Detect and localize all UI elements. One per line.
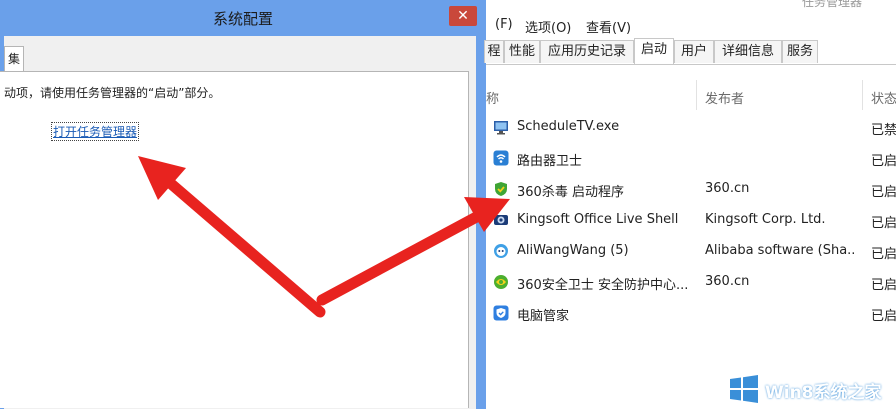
startup-app-status: 已启 [871, 278, 896, 293]
router-wifi-icon [493, 150, 509, 166]
window-title: 任务管理器 [802, 0, 863, 9]
startup-app-name: Kingsoft Office Live Shell [517, 212, 679, 227]
column-divider[interactable] [696, 80, 697, 110]
startup-app-name: ScheduleTV.exe [517, 119, 620, 134]
startup-app-publisher: 360.cn [705, 181, 750, 196]
startup-app-status: 已启 [871, 154, 896, 169]
kingsoft-icon [494, 215, 508, 225]
tab-app-history[interactable]: 应用历史记录 [540, 40, 634, 63]
tab-strip: 集 [4, 36, 476, 72]
startup-app-name: AliWangWang (5) [517, 243, 629, 258]
startup-app-publisher: Kingsoft Corp. Ltd. [705, 212, 826, 227]
menu-file[interactable]: (F) [495, 17, 513, 32]
list-item[interactable]: 电脑管家 已启 [486, 298, 896, 328]
tab-startup-partial[interactable]: 集 [4, 46, 24, 71]
window-border [476, 36, 486, 409]
startup-app-name: 电脑管家 [517, 309, 570, 324]
startup-info-text: 动项，请使用任务管理器的“启动”部分。 [4, 86, 221, 100]
watermark: Win8系统之家 [727, 369, 896, 409]
startup-app-name: 360杀毒 启动程序 [517, 185, 624, 200]
list-item[interactable]: Kingsoft Office Live Shell Kingsoft Corp… [486, 205, 896, 235]
list-item[interactable]: 360杀毒 启动程序 360.cn 已启 [486, 174, 896, 204]
startup-app-publisher: Alibaba software (Sha... [705, 243, 855, 258]
shield-green-icon [495, 182, 507, 196]
system-config-titlebar[interactable]: 系统配置 ✕ [0, 0, 486, 36]
column-publisher[interactable]: 发布者 [705, 88, 744, 107]
tab-performance[interactable]: 性能 [504, 40, 540, 63]
tab-services[interactable]: 服务 [782, 40, 818, 63]
startup-app-name: 360安全卫士 安全防护中心... [517, 278, 689, 293]
startup-app-name: 路由器卫士 [517, 154, 583, 169]
task-manager-titlebar[interactable]: 任务管理器 [486, 0, 896, 14]
open-task-manager-link[interactable]: 打开任务管理器 [50, 122, 140, 141]
list-item[interactable]: 路由器卫士 已启 [486, 143, 896, 173]
list-item[interactable]: 360安全卫士 安全防护中心... 360.cn 已启 [486, 267, 896, 297]
system-config-window: 系统配置 ✕ 集 动项，请使用任务管理器的“启动”部分。 打开任务管理器 [0, 0, 486, 409]
windows-logo-icon [730, 375, 758, 403]
menu-bar: (F) 选项(O) 查看(V) [486, 14, 896, 36]
startup-app-status: 已启 [871, 216, 896, 231]
pc-manager-icon [493, 305, 509, 321]
menu-view[interactable]: 查看(V) [586, 17, 631, 36]
column-name[interactable]: 称 [486, 88, 499, 107]
monitor-icon [494, 121, 508, 135]
tab-bar: 程 性能 应用历史记录 启动 用户 详细信息 服务 [484, 38, 896, 65]
startup-app-status: 已启 [871, 309, 896, 324]
window-title: 系统配置 [212, 10, 273, 28]
startup-app-publisher: 360.cn [705, 274, 750, 289]
startup-app-status: 已启 [871, 185, 896, 200]
column-divider[interactable] [862, 80, 863, 110]
task-manager-window: 任务管理器 (F) 选项(O) 查看(V) 程 性能 应用历史记录 启动 用户 … [484, 0, 896, 409]
360-safe-icon [494, 275, 508, 289]
column-status[interactable]: 状态 [871, 88, 896, 107]
startup-panel: 动项，请使用任务管理器的“启动”部分。 打开任务管理器 [0, 71, 469, 408]
tab-startup[interactable]: 启动 [634, 38, 674, 64]
tab-users[interactable]: 用户 [674, 40, 714, 63]
watermark-text: Win8系统之家 [765, 383, 882, 403]
startup-app-status: 已禁 [871, 123, 896, 138]
close-button[interactable]: ✕ [449, 6, 477, 26]
tab-details[interactable]: 详细信息 [714, 40, 782, 63]
aliwangwang-icon [494, 244, 508, 258]
menu-options[interactable]: 选项(O) [525, 17, 571, 36]
startup-app-status: 已启 [871, 247, 896, 262]
list-item[interactable]: AliWangWang (5) Alibaba software (Sha...… [486, 236, 896, 266]
tab-processes[interactable]: 程 [484, 40, 504, 63]
column-header-row: 称 发布者 状态 [486, 80, 896, 110]
list-item[interactable]: ScheduleTV.exe 已禁 [486, 112, 896, 142]
